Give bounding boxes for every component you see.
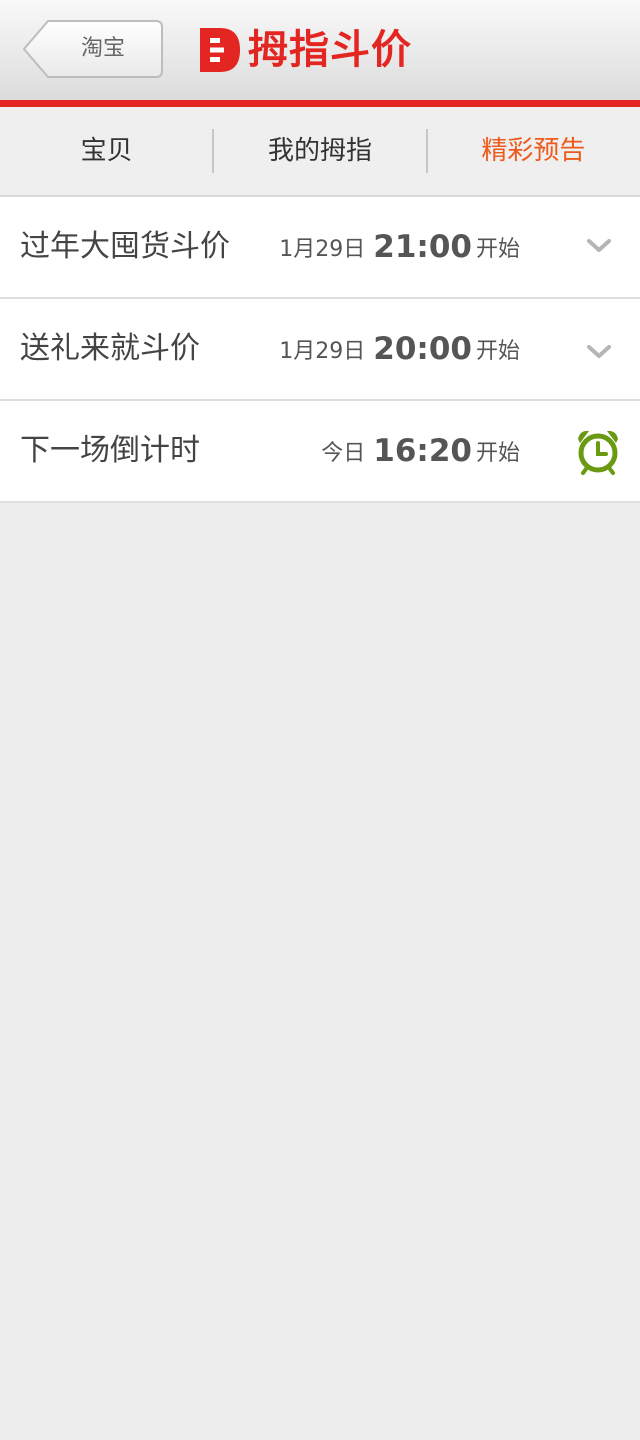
event-title: 送礼来就斗价 (20, 331, 200, 366)
event-row[interactable]: 下一场倒计时 今日 16:20 开始 (0, 401, 640, 503)
back-button[interactable]: 淘宝 (22, 20, 163, 78)
tab-items[interactable]: 宝贝 (0, 107, 213, 195)
event-clock: 16:20 (373, 433, 472, 469)
brand-logo-icon (200, 28, 240, 72)
tab-preview[interactable]: 精彩预告 (427, 107, 640, 195)
event-list: 过年大囤货斗价 1月29日 21:00 开始 送礼来就斗价 1月29日 20:0… (0, 197, 640, 503)
event-start-label: 开始 (475, 339, 520, 364)
app-title: 拇指斗价 (248, 27, 412, 73)
tab-bar: 宝贝 我的拇指 精彩预告 (0, 107, 640, 197)
alarm-clock-icon[interactable] (574, 427, 622, 475)
back-button-label: 淘宝 (80, 36, 125, 61)
event-start-label: 开始 (475, 237, 520, 262)
event-title: 过年大囤货斗价 (20, 229, 230, 264)
tab-divider (212, 129, 214, 173)
event-clock: 21:00 (373, 229, 472, 265)
tab-divider (426, 129, 428, 173)
event-row[interactable]: 送礼来就斗价 1月29日 20:00 开始 (0, 299, 640, 401)
event-day: 1月29日 (279, 339, 366, 364)
chevron-down-icon[interactable] (586, 343, 612, 361)
event-time: 1月29日 20:00 开始 (279, 299, 520, 399)
event-day: 今日 (321, 441, 366, 466)
event-title: 下一场倒计时 (20, 433, 200, 468)
event-start-label: 开始 (475, 441, 520, 466)
app-header: 淘宝 拇指斗价 (0, 0, 640, 107)
event-row[interactable]: 过年大囤货斗价 1月29日 21:00 开始 (0, 197, 640, 299)
event-day: 1月29日 (279, 237, 366, 262)
event-time: 今日 16:20 开始 (321, 401, 520, 501)
tab-my-thumb[interactable]: 我的拇指 (213, 107, 426, 195)
event-clock: 20:00 (373, 331, 472, 367)
event-time: 1月29日 21:00 开始 (279, 197, 520, 297)
brand: 拇指斗价 (198, 24, 412, 76)
chevron-down-icon[interactable] (586, 237, 612, 255)
